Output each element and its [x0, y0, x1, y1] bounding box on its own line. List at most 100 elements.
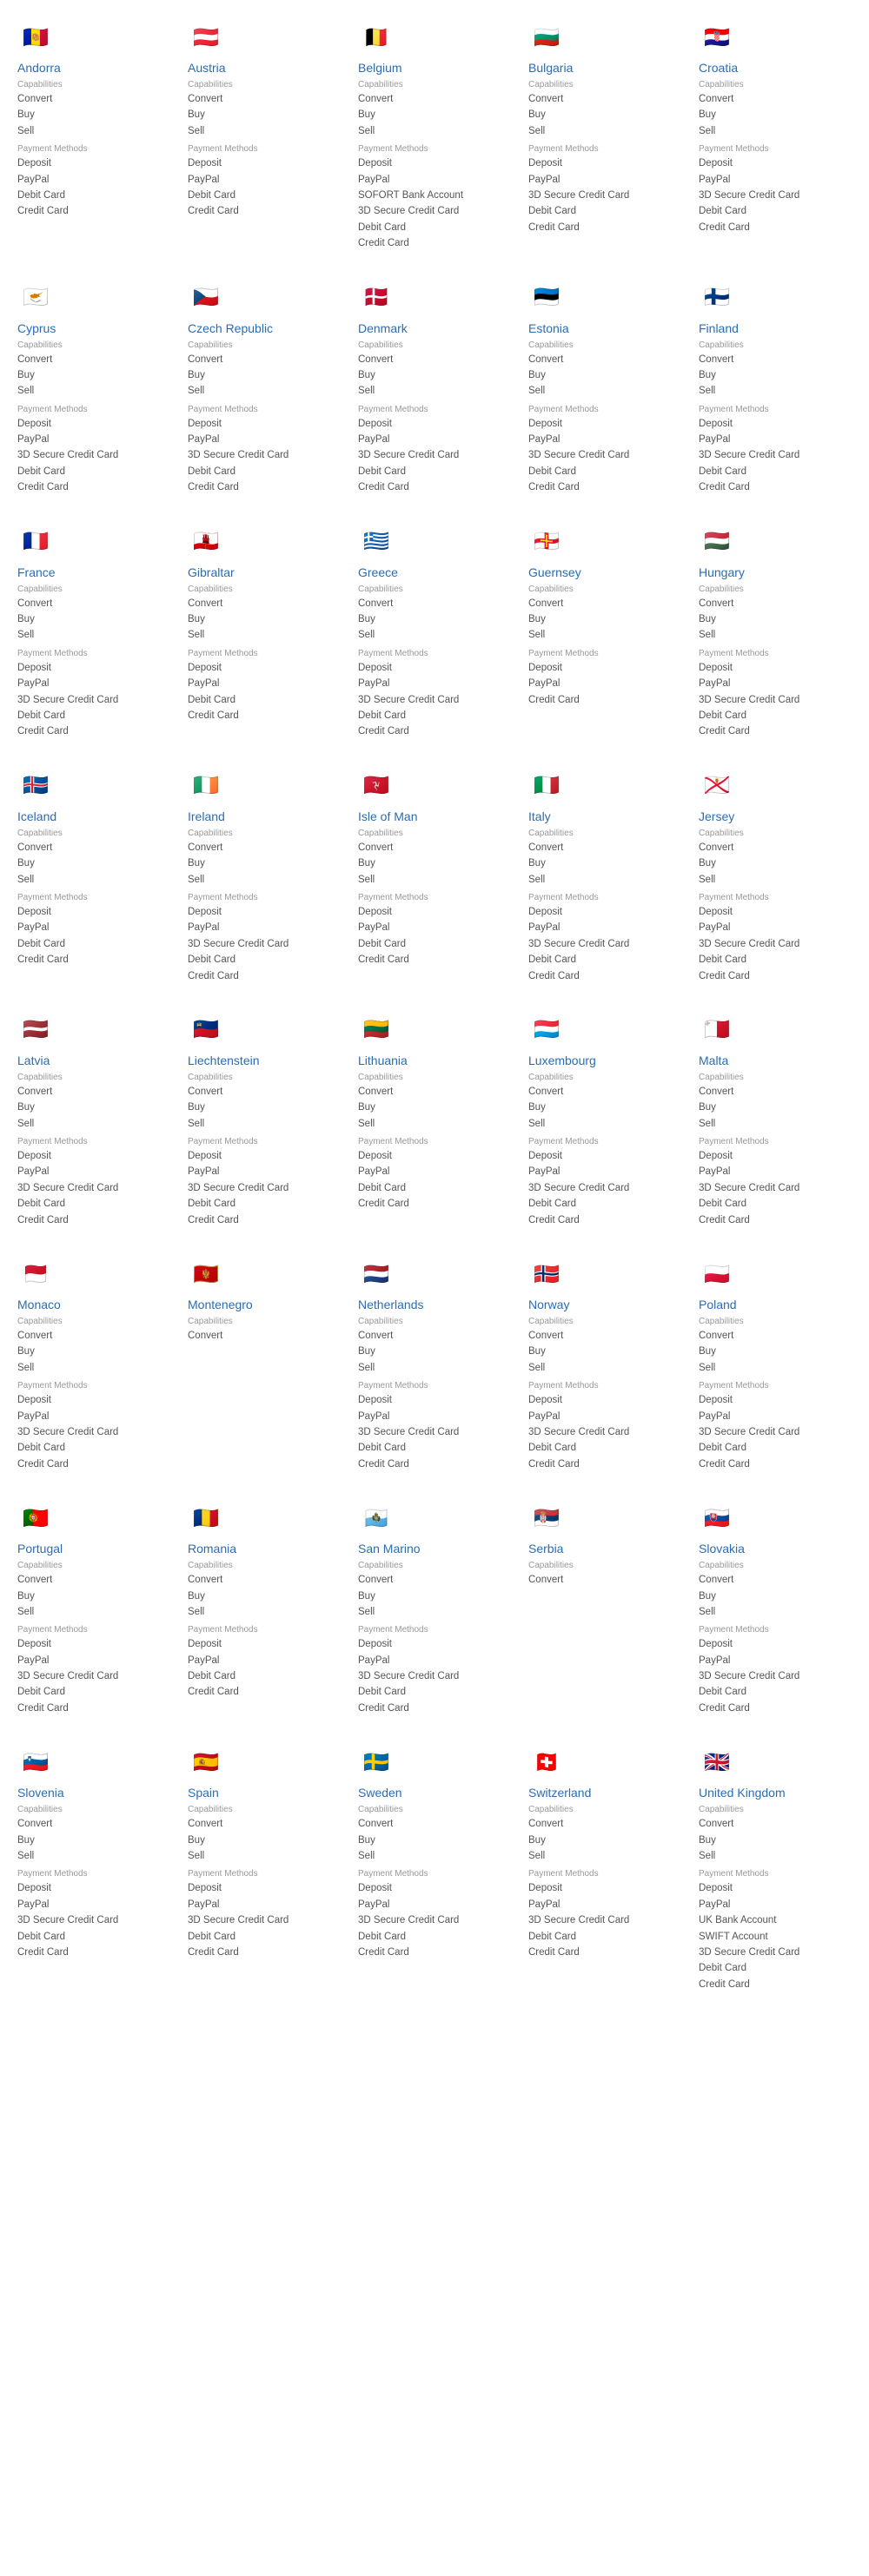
- capability-item: Convert: [528, 1572, 681, 1588]
- payment-item: 3D Secure Credit Card: [699, 1668, 852, 1684]
- payment-item: Credit Card: [699, 1456, 852, 1472]
- country-flag: 🇯🇪: [699, 768, 735, 804]
- capabilities-label: Capabilities: [17, 340, 170, 350]
- payment-item: Credit Card: [17, 1701, 170, 1716]
- country-name: Norway: [528, 1298, 681, 1311]
- payment-item: Credit Card: [17, 1945, 170, 1960]
- payment-item: Deposit: [358, 904, 511, 920]
- payment-item: Credit Card: [699, 479, 852, 495]
- capability-item: Buy: [528, 367, 681, 383]
- payment-methods-label: Payment Methods: [699, 144, 852, 154]
- capability-item: Sell: [17, 1604, 170, 1620]
- payment-item: 3D Secure Credit Card: [699, 1945, 852, 1960]
- country-card: 🇱🇻LatviaCapabilitiesConvertBuySellPaymen…: [9, 1001, 179, 1245]
- capability-item: Sell: [358, 123, 511, 139]
- country-card: 🇬🇷GreeceCapabilitiesConvertBuySellPaymen…: [349, 513, 520, 757]
- capability-item: Buy: [188, 1589, 341, 1604]
- capability-item: Convert: [17, 596, 170, 611]
- country-card: 🇷🇸SerbiaCapabilitiesConvert: [520, 1489, 690, 1734]
- payment-item: 3D Secure Credit Card: [358, 1668, 511, 1684]
- payment-item: Deposit: [17, 1148, 170, 1164]
- country-flag: 🇱🇮: [188, 1012, 224, 1048]
- payment-item: PayPal: [188, 1653, 341, 1668]
- payment-item: Debit Card: [188, 464, 341, 479]
- capability-item: Buy: [17, 367, 170, 383]
- payment-item: Deposit: [358, 1636, 511, 1652]
- capability-item: Convert: [17, 352, 170, 367]
- payment-item: Debit Card: [358, 464, 511, 479]
- capability-item: Convert: [17, 1328, 170, 1344]
- country-card: 🇭🇷CroatiaCapabilitiesConvertBuySellPayme…: [690, 9, 860, 269]
- country-card: 🇧🇪BelgiumCapabilitiesConvertBuySellPayme…: [349, 9, 520, 269]
- payment-item: 3D Secure Credit Card: [528, 936, 681, 952]
- capability-item: Buy: [17, 1833, 170, 1848]
- country-card: 🇵🇱PolandCapabilitiesConvertBuySellPaymen…: [690, 1245, 860, 1489]
- payment-item: Debit Card: [17, 1440, 170, 1456]
- payment-methods-label: Payment Methods: [17, 1137, 170, 1146]
- capability-item: Sell: [528, 383, 681, 399]
- payment-item: Credit Card: [188, 479, 341, 495]
- payment-item: Debit Card: [358, 220, 511, 235]
- country-name: Slovakia: [699, 1542, 852, 1556]
- payment-item: Credit Card: [188, 203, 341, 219]
- capability-item: Buy: [699, 1833, 852, 1848]
- country-flag: 🇬🇷: [358, 524, 395, 560]
- payment-item: Deposit: [699, 1148, 852, 1164]
- payment-methods-label: Payment Methods: [699, 649, 852, 658]
- payment-item: Debit Card: [699, 1440, 852, 1456]
- payment-item: PayPal: [528, 1409, 681, 1424]
- capability-item: Convert: [358, 1816, 511, 1832]
- payment-item: SOFORT Bank Account: [358, 188, 511, 203]
- country-card: 🇭🇺HungaryCapabilitiesConvertBuySellPayme…: [690, 513, 860, 757]
- country-flag: 🇷🇴: [188, 1500, 224, 1536]
- capability-item: Convert: [358, 1084, 511, 1100]
- capability-item: Convert: [699, 1328, 852, 1344]
- payment-item: 3D Secure Credit Card: [699, 188, 852, 203]
- country-card: 🇧🇬BulgariaCapabilitiesConvertBuySellPaym…: [520, 9, 690, 269]
- country-flag: 🇧🇬: [528, 19, 565, 56]
- payment-item: Deposit: [188, 1148, 341, 1164]
- payment-item: 3D Secure Credit Card: [699, 692, 852, 708]
- payment-item: Debit Card: [528, 203, 681, 219]
- country-name: France: [17, 565, 170, 579]
- payment-item: 3D Secure Credit Card: [17, 1912, 170, 1928]
- capability-item: Convert: [358, 1328, 511, 1344]
- capability-item: Buy: [17, 611, 170, 627]
- payment-item: PayPal: [17, 676, 170, 691]
- payment-item: Credit Card: [358, 235, 511, 251]
- country-flag: 🇭🇷: [699, 19, 735, 56]
- country-card: 🇳🇴NorwayCapabilitiesConvertBuySellPaymen…: [520, 1245, 690, 1489]
- payment-item: Deposit: [699, 155, 852, 171]
- payment-item: Debit Card: [358, 1684, 511, 1700]
- payment-item: 3D Secure Credit Card: [17, 1180, 170, 1196]
- capabilities-label: Capabilities: [699, 1561, 852, 1570]
- payment-item: Credit Card: [528, 220, 681, 235]
- capabilities-label: Capabilities: [358, 1317, 511, 1326]
- country-flag: 🇲🇪: [188, 1256, 224, 1292]
- payment-item: Deposit: [188, 660, 341, 676]
- capabilities-label: Capabilities: [17, 829, 170, 838]
- capability-item: Buy: [699, 1344, 852, 1359]
- payment-item: Deposit: [528, 1148, 681, 1164]
- payment-methods-label: Payment Methods: [358, 144, 511, 154]
- payment-item: Deposit: [17, 1392, 170, 1408]
- payment-item: PayPal: [358, 676, 511, 691]
- country-name: Spain: [188, 1786, 341, 1800]
- country-flag: 🇮🇸: [17, 768, 54, 804]
- country-flag: 🇩🇰: [358, 280, 395, 316]
- payment-methods-label: Payment Methods: [188, 1869, 341, 1879]
- country-flag: 🇵🇱: [699, 1256, 735, 1292]
- payment-item: 3D Secure Credit Card: [358, 692, 511, 708]
- payment-methods-label: Payment Methods: [17, 405, 170, 414]
- capability-item: Convert: [188, 91, 341, 107]
- country-name: Romania: [188, 1542, 341, 1556]
- capability-item: Buy: [528, 1344, 681, 1359]
- capability-item: Buy: [699, 1100, 852, 1115]
- capability-item: Sell: [188, 872, 341, 888]
- payment-item: Credit Card: [528, 692, 681, 708]
- capability-item: Buy: [188, 367, 341, 383]
- payment-item: Deposit: [699, 416, 852, 432]
- capability-item: Sell: [17, 627, 170, 643]
- capabilities-label: Capabilities: [188, 80, 341, 89]
- capability-item: Sell: [699, 1360, 852, 1376]
